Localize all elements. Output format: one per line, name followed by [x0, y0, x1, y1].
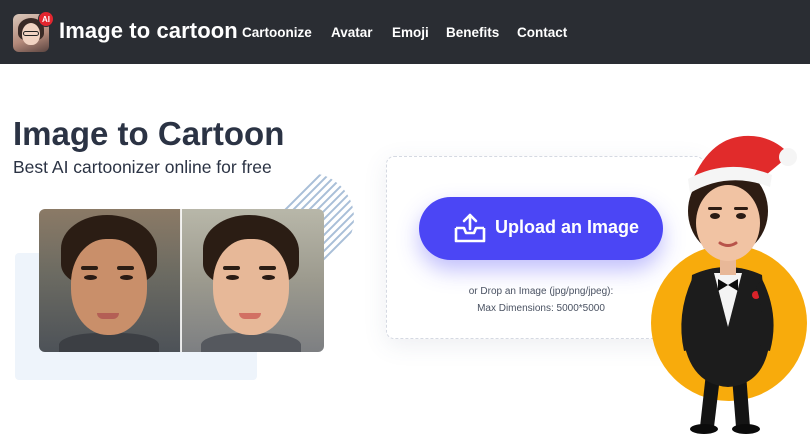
page-subtitle: Best AI cartoonizer online for free	[13, 157, 272, 177]
cartoonized-photo	[181, 209, 324, 352]
nav-link-emoji[interactable]: Emoji	[392, 25, 429, 40]
nav-link-cartoonize[interactable]: Cartoonize	[242, 25, 312, 40]
before-after-example-image	[39, 209, 324, 352]
upload-tray-icon	[454, 213, 486, 243]
page-title: Image to Cartoon	[13, 115, 285, 152]
ai-badge: AI	[38, 11, 54, 27]
upload-image-button[interactable]: Upload an Image	[419, 197, 663, 260]
drop-hint-text: or Drop an Image (jpg/png/jpeg): Max Dim…	[430, 283, 652, 317]
nav-link-contact[interactable]: Contact	[517, 25, 567, 40]
top-navbar: AI Image to cartoon Cartoonize Avatar Em…	[0, 0, 810, 64]
nav-link-avatar[interactable]: Avatar	[331, 25, 373, 40]
drop-hint-formats: or Drop an Image (jpg/png/jpeg):	[468, 286, 614, 297]
brand-name[interactable]: Image to cartoon	[59, 18, 238, 44]
nav-link-benefits[interactable]: Benefits	[446, 25, 499, 40]
comparison-divider	[180, 209, 182, 352]
original-photo	[39, 209, 182, 352]
upload-button-label: Upload an Image	[495, 217, 640, 237]
santa-hat-cartoon-mascot	[651, 135, 807, 434]
drop-hint-dimensions: Max Dimensions: 5000*5000	[477, 303, 605, 314]
